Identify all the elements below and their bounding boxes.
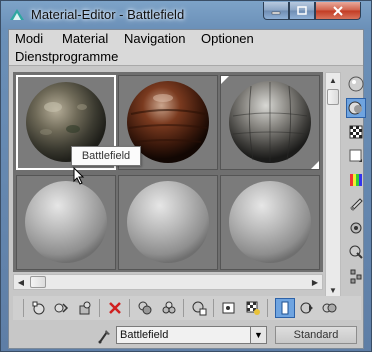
material-sphere-default	[17, 176, 115, 269]
horizontal-scroll-thumb[interactable]	[30, 276, 46, 288]
sample-type-button[interactable]	[346, 74, 366, 94]
material-name-dropdown[interactable]: ▼	[250, 326, 267, 344]
vertical-scroll-thumb[interactable]	[327, 89, 339, 105]
material-sphere-default	[221, 176, 319, 269]
eyedropper-icon[interactable]	[97, 326, 113, 344]
background-button[interactable]	[346, 122, 366, 142]
toolbar-separator	[213, 299, 214, 317]
title-bar[interactable]: Material-Editor - Battlefield	[1, 1, 371, 29]
options-button[interactable]	[346, 218, 366, 238]
backlight-icon	[348, 101, 362, 115]
bottom-toolbar	[13, 296, 361, 320]
sample-slot-3[interactable]	[220, 75, 320, 170]
material-map-navigator-icon	[350, 269, 362, 284]
material-sphere-default	[119, 176, 217, 269]
show-end-result-button[interactable]	[243, 298, 263, 318]
go-sibling-button[interactable]	[319, 298, 339, 318]
sample-slot-4[interactable]	[16, 175, 116, 270]
scroll-right-arrow-icon[interactable]: ▶	[308, 275, 322, 289]
options-icon	[350, 222, 362, 234]
scroll-up-arrow-icon[interactable]: ▲	[326, 73, 340, 87]
horizontal-scrollbar[interactable]: ◀ ▶	[13, 274, 323, 290]
make-preview-icon	[350, 198, 363, 211]
backlight-button[interactable]	[346, 98, 366, 118]
vertical-scrollbar[interactable]: ▲ ▼	[325, 72, 341, 298]
toolbar-separator	[267, 299, 268, 317]
show-end-result-icon	[246, 301, 260, 315]
get-material-icon	[32, 301, 45, 315]
maximize-icon	[297, 6, 307, 15]
close-icon	[333, 5, 343, 16]
maximize-button[interactable]	[289, 2, 315, 20]
client-area: Modi Material Navigation Optionen Dienst…	[8, 29, 366, 349]
menu-bar: Modi Material Navigation Optionen Dienst…	[9, 30, 363, 66]
select-by-material-icon	[349, 245, 363, 259]
scroll-left-arrow-icon[interactable]: ◀	[14, 275, 28, 289]
menu-dienstprogramme[interactable]: Dienstprogramme	[15, 49, 118, 64]
sample-type-sphere-icon	[348, 76, 364, 92]
reset-map-button[interactable]	[105, 298, 125, 318]
material-id-channel-button[interactable]	[189, 298, 209, 318]
assign-to-selection-icon	[79, 301, 91, 315]
chevron-down-icon: ▼	[254, 330, 263, 340]
window-title: Material-Editor - Battlefield	[31, 7, 185, 22]
material-id-channel-icon	[192, 301, 207, 316]
menu-optionen[interactable]: Optionen	[201, 31, 254, 46]
slot-tooltip: Battlefield	[71, 146, 141, 166]
toolbar-separator	[183, 299, 184, 317]
go-forward-icon	[300, 302, 313, 314]
put-to-scene-button[interactable]	[51, 298, 71, 318]
sample-uv-tiling-button[interactable]	[346, 146, 366, 166]
material-sphere-stone	[221, 76, 319, 169]
sample-slot-6[interactable]	[220, 175, 320, 270]
make-unique-icon	[138, 301, 152, 315]
make-unique-button[interactable]	[135, 298, 155, 318]
toolbar-separator	[99, 299, 100, 317]
scroll-down-arrow-icon[interactable]: ▼	[326, 283, 340, 297]
make-preview-button[interactable]	[346, 194, 366, 214]
toolbar-separator	[129, 299, 130, 317]
select-by-material-button[interactable]	[346, 242, 366, 262]
app-icon	[10, 9, 24, 20]
window-frame: Material-Editor - Battlefield Modi Mater…	[0, 0, 372, 352]
get-material-button[interactable]	[29, 298, 49, 318]
sample-slots	[13, 72, 323, 272]
sample-uv-tiling-icon	[349, 149, 362, 162]
minimize-icon	[271, 11, 281, 14]
material-type-button[interactable]: Standard	[275, 326, 357, 344]
menu-navigation[interactable]: Navigation	[124, 31, 185, 46]
go-sibling-icon	[322, 303, 337, 313]
go-forward-button[interactable]	[297, 298, 317, 318]
put-to-library-button[interactable]	[159, 298, 179, 318]
minimize-button[interactable]	[263, 2, 289, 20]
go-to-parent-button[interactable]	[275, 298, 295, 318]
menu-material[interactable]: Material	[62, 31, 108, 46]
material-map-navigator-button[interactable]	[346, 266, 366, 286]
put-to-scene-icon	[54, 303, 69, 313]
go-to-parent-icon	[281, 301, 289, 315]
show-map-in-viewport-icon	[222, 302, 235, 314]
reset-map-icon	[109, 302, 121, 314]
close-button[interactable]	[315, 2, 361, 20]
video-color-check-button[interactable]	[346, 170, 366, 190]
assign-to-selection-button[interactable]	[75, 298, 95, 318]
video-color-check-icon	[350, 174, 362, 186]
mouse-cursor-icon	[73, 167, 85, 185]
show-map-in-viewport-button[interactable]	[219, 298, 239, 318]
menu-modi[interactable]: Modi	[15, 31, 43, 46]
background-checker-icon	[349, 125, 363, 139]
toolbar-separator	[23, 299, 24, 317]
material-name-field[interactable]: Battlefield	[116, 326, 256, 344]
put-to-library-icon	[162, 301, 176, 314]
sample-slot-5[interactable]	[118, 175, 218, 270]
